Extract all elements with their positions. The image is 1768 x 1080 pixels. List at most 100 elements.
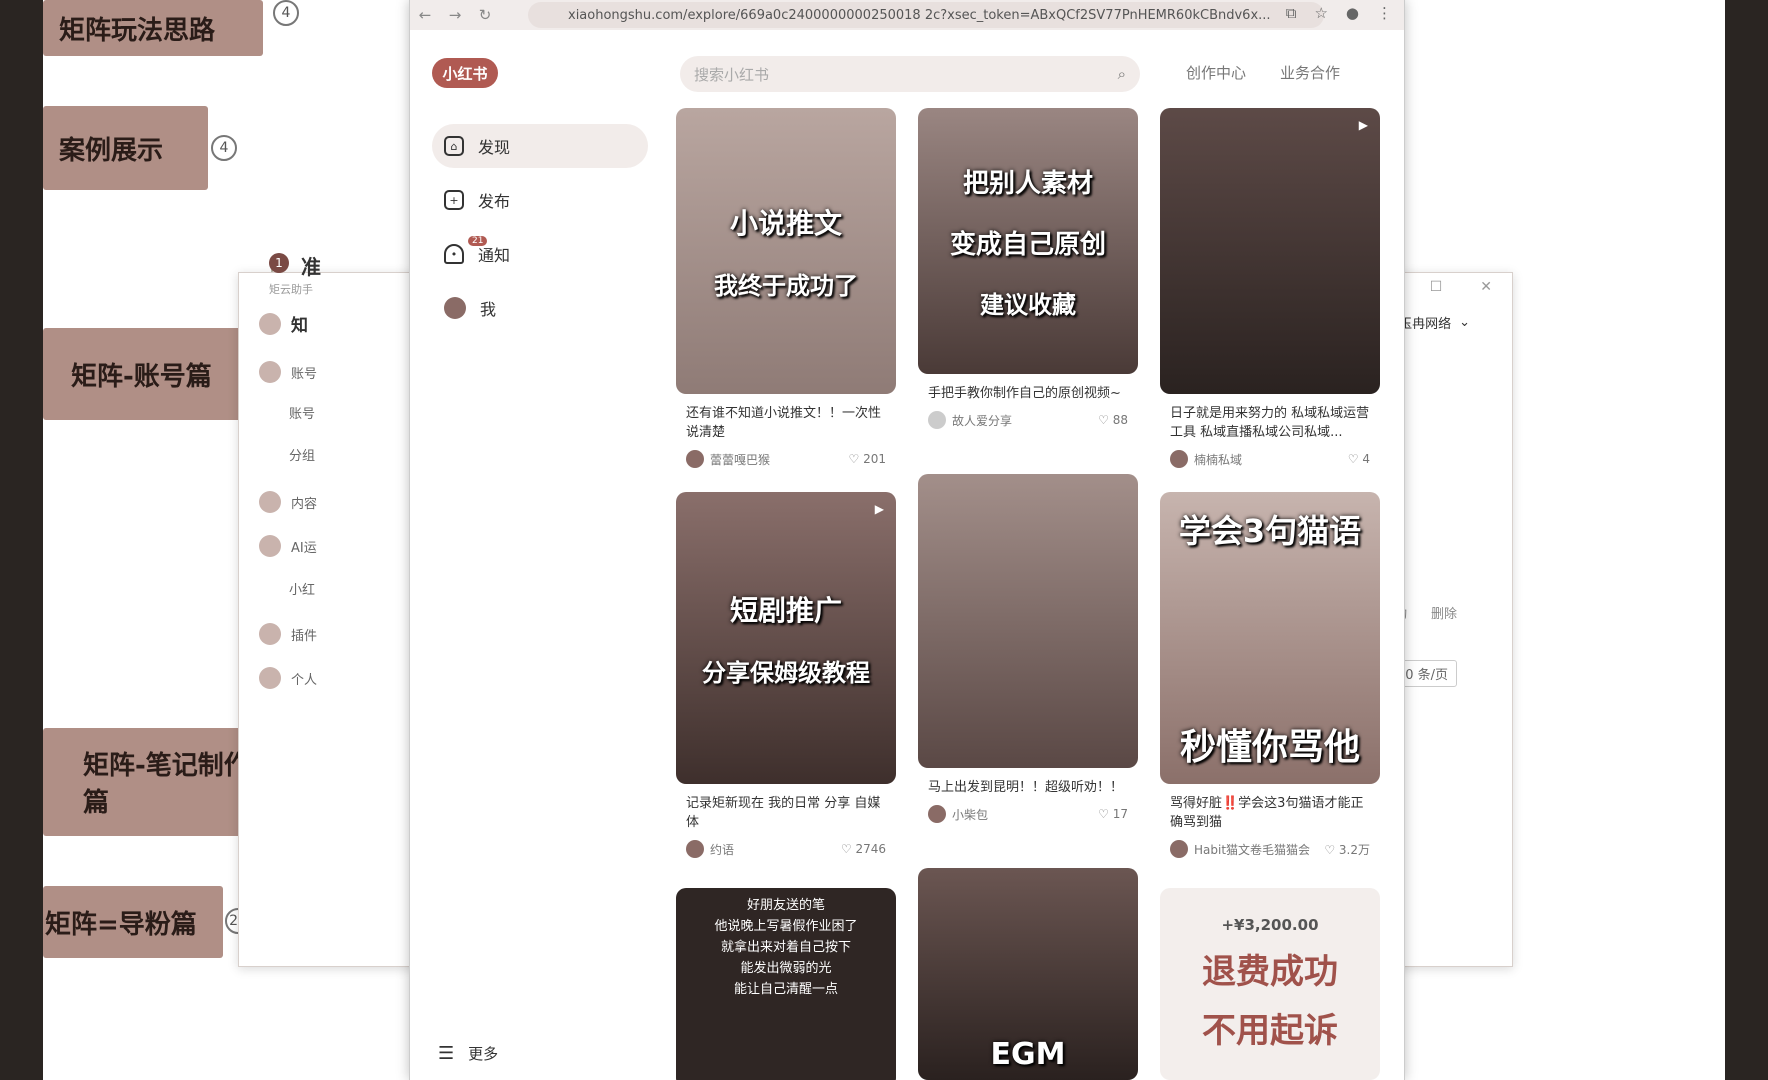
bg-sidebar-item[interactable]: 分组: [289, 445, 315, 464]
browser-actions: ⧉ ☆ ● ⋮: [1286, 4, 1392, 22]
card-meta: 约语 ♡ 2746: [676, 840, 896, 858]
author-name: 故人爱分享: [952, 413, 1013, 428]
card-title[interactable]: 手把手教你制作自己的原创视频~: [918, 384, 1138, 403]
card-author[interactable]: 楠楠私域: [1170, 450, 1242, 468]
feed-card[interactable]: 好朋友送的笔 他说晚上写暑假作业困了 就拿出来对着自己按下 能发出微弱的光 能让…: [676, 888, 896, 1080]
menu-icon[interactable]: ⋮: [1377, 4, 1392, 22]
card-thumbnail[interactable]: +¥3,200.00 退费成功 不用起诉: [1160, 888, 1380, 1080]
card-author[interactable]: Habit猫文卷毛猫猫会: [1170, 840, 1310, 858]
url-field[interactable]: xiaohongshu.com/explore/669a0c2400000000…: [528, 2, 1324, 28]
feed-card[interactable]: 小说推文 我终于成功了 还有谁不知道小说推文！！一次性说清楚 蕾蕾嘎巴猴 ♡ 20…: [676, 108, 896, 468]
reload-icon[interactable]: ↻: [470, 6, 500, 24]
card-title[interactable]: 骂得好脏‼️学会这3句猫语才能正确骂到猫: [1160, 794, 1380, 832]
mindmap-node-traffic[interactable]: 矩阵=导粉篇: [43, 886, 223, 958]
desktop-stage: 矩阵玩法思路 4 案例展示 4 矩阵-账号篇 矩阵-笔记制作篇 矩阵=导粉篇 2…: [43, 0, 1725, 1080]
thumb-text: 能发出微弱的光: [740, 961, 832, 976]
extension-icon[interactable]: ⧉: [1286, 4, 1297, 22]
bg-sidebar-item[interactable]: 账号: [259, 361, 317, 383]
bg-sidebar-item[interactable]: 账号: [289, 403, 315, 422]
like-count[interactable]: ♡ 201: [849, 452, 886, 466]
star-icon[interactable]: ☆: [1314, 4, 1327, 22]
user-name: 玉冉网络: [1399, 317, 1452, 332]
app-icon: [259, 312, 281, 335]
feed-card[interactable]: 学会3句猫语 秒懂你骂他 骂得好脏‼️学会这3句猫语才能正确骂到猫 Habit猫…: [1160, 492, 1380, 858]
bg-sidebar-item[interactable]: 小红: [289, 579, 315, 598]
search-input[interactable]: 搜索小红书 ⌕: [680, 56, 1140, 92]
nav-publish[interactable]: + 发布: [432, 178, 648, 222]
search-icon[interactable]: ⌕: [1118, 65, 1126, 83]
more-button[interactable]: ☰ 更多: [438, 1043, 498, 1064]
like-count[interactable]: ♡ 3.2万: [1324, 841, 1370, 858]
avatar-icon: [444, 297, 466, 319]
bg-sidebar-label: 账号: [291, 366, 318, 382]
feed-card[interactable]: ▶ 短剧推广 分享保姆级教程 记录矩新现在 我的日常 分享 自媒体 约语 ♡ 27…: [676, 492, 896, 858]
card-meta: 蕾蕾嘎巴猴 ♡ 201: [676, 450, 896, 468]
card-title[interactable]: 日子就是用来努力的 私域私域运营工具 私域直播私域公司私域...: [1160, 404, 1380, 442]
feed-card[interactable]: 马上出发到昆明！！超级听劝！！ 小柴包 ♡ 17: [918, 474, 1138, 823]
thumb-text: 秒懂你骂他: [1179, 727, 1360, 768]
author-avatar: [1170, 450, 1188, 468]
feed-card[interactable]: EGM: [918, 868, 1138, 1080]
bg-sidebar-item[interactable]: AI运: [259, 535, 317, 557]
feed-card[interactable]: ▶ 日子就是用来努力的 私域私域运营工具 私域直播私域公司私域... 楠楠私域 ♡…: [1160, 108, 1380, 468]
maximize-icon[interactable]: ☐: [1430, 279, 1443, 295]
xhs-logo[interactable]: 小红书: [432, 58, 498, 88]
author-name: 约语: [710, 842, 735, 857]
card-thumbnail[interactable]: 把别人素材 变成自己原创 建议收藏: [918, 108, 1138, 374]
card-title[interactable]: 记录矩新现在 我的日常 分享 自媒体: [676, 794, 896, 832]
card-author[interactable]: 小柴包: [928, 805, 988, 823]
bg-sidebar-item[interactable]: 插件: [259, 623, 317, 645]
card-thumbnail[interactable]: ▶: [1160, 108, 1380, 394]
like-value: 88: [1112, 413, 1128, 427]
bg-sidebar-item[interactable]: 个人: [259, 667, 317, 689]
mindmap-node-cases[interactable]: 案例展示: [43, 106, 208, 190]
card-thumbnail[interactable]: 小说推文 我终于成功了: [676, 108, 896, 394]
bg-sidebar-item[interactable]: 知: [259, 311, 308, 336]
bell-icon: •: [444, 244, 464, 264]
card-thumbnail[interactable]: ▶ 短剧推广 分享保姆级教程: [676, 492, 896, 784]
back-icon[interactable]: ←: [410, 6, 440, 24]
close-icon[interactable]: ✕: [1480, 279, 1492, 295]
thumb-text: 能让自己清醒一点: [733, 982, 838, 997]
mindmap-count-badge[interactable]: 4: [273, 0, 299, 26]
forward-icon[interactable]: →: [440, 6, 470, 24]
delete-link[interactable]: 删除: [1431, 603, 1457, 622]
thumb-text: 不用起诉: [1202, 1011, 1338, 1051]
card-meta: Habit猫文卷毛猫猫会 ♡ 3.2万: [1160, 840, 1380, 858]
thumb-text: 我终于成功了: [714, 271, 858, 300]
card-author[interactable]: 蕾蕾嘎巴猴: [686, 450, 770, 468]
feed-card[interactable]: +¥3,200.00 退费成功 不用起诉: [1160, 888, 1380, 1080]
like-count[interactable]: ♡ 17: [1098, 807, 1128, 821]
mindmap-node-account[interactable]: 矩阵-账号篇: [43, 328, 253, 420]
nav-notify[interactable]: • 21 通知: [432, 232, 648, 276]
nav-discover[interactable]: ⌂ 发现: [432, 124, 648, 168]
card-title[interactable]: 还有谁不知道小说推文！！一次性说清楚: [676, 404, 896, 442]
like-count[interactable]: ♡ 4: [1348, 452, 1370, 466]
creator-center-link[interactable]: 创作中心: [1186, 62, 1246, 83]
like-count[interactable]: ♡ 2746: [841, 842, 886, 856]
search-placeholder: 搜索小红书: [694, 65, 770, 84]
card-thumbnail[interactable]: 好朋友送的笔 他说晚上写暑假作业困了 就拿出来对着自己按下 能发出微弱的光 能让…: [676, 888, 896, 1080]
mindmap-node-strategy[interactable]: 矩阵玩法思路: [43, 0, 263, 56]
like-count[interactable]: ♡ 88: [1098, 413, 1128, 427]
video-play-icon: ▶: [874, 502, 884, 516]
card-author[interactable]: 约语: [686, 840, 734, 858]
content-icon: [259, 491, 281, 513]
thumb-text: 就拿出来对着自己按下: [720, 940, 851, 955]
author-avatar: [686, 840, 704, 858]
business-link[interactable]: 业务合作: [1280, 62, 1340, 83]
chevron-down-icon: ⌄: [1459, 315, 1470, 330]
card-thumbnail[interactable]: [918, 474, 1138, 768]
card-author[interactable]: 故人爱分享: [928, 411, 1012, 429]
nav-me[interactable]: 我: [432, 286, 648, 330]
thumb-text: EGM: [990, 1037, 1066, 1072]
bg-sidebar-label: 内容: [291, 496, 318, 512]
card-thumbnail[interactable]: 学会3句猫语 秒懂你骂他: [1160, 492, 1380, 784]
card-thumbnail[interactable]: EGM: [918, 868, 1138, 1080]
profile-icon[interactable]: ●: [1346, 4, 1359, 22]
like-value: 4: [1362, 452, 1370, 466]
feed-card[interactable]: 把别人素材 变成自己原创 建议收藏 手把手教你制作自己的原创视频~ 故人爱分享 ♡…: [918, 108, 1138, 429]
mindmap-count-badge[interactable]: 4: [211, 135, 237, 161]
card-title[interactable]: 马上出发到昆明！！超级听劝！！: [918, 778, 1138, 797]
bg-sidebar-item[interactable]: 内容: [259, 491, 317, 513]
